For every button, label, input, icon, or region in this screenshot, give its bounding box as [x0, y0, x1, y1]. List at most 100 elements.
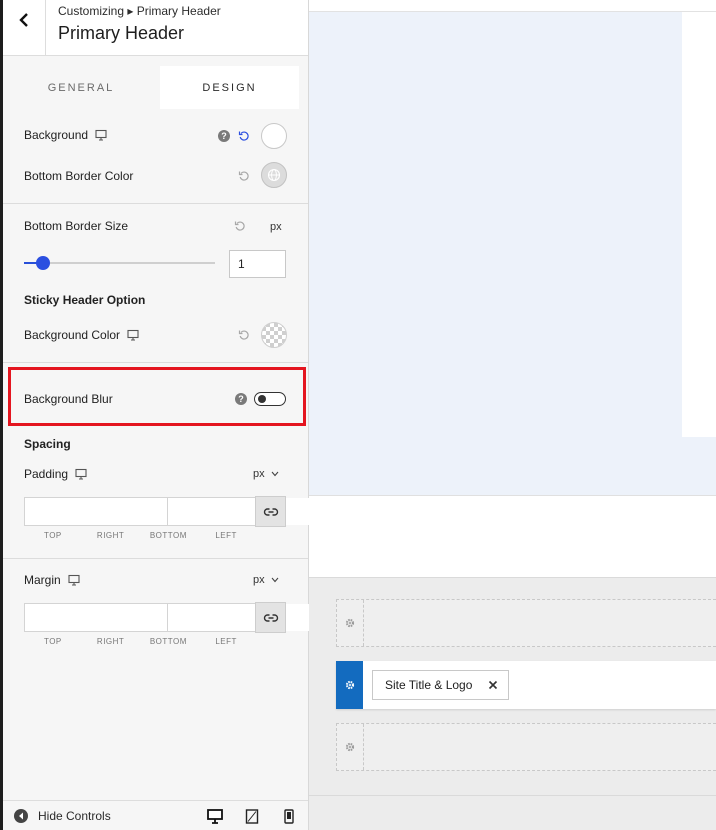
margin-side-labels: TOP RIGHT BOTTOM LEFT — [24, 637, 255, 646]
divider — [3, 558, 308, 559]
close-icon[interactable] — [488, 680, 498, 690]
breadcrumb: Customizing ▸ Primary Header — [58, 4, 221, 18]
gear-icon — [345, 742, 355, 752]
hide-controls-button[interactable]: Hide Controls — [14, 809, 111, 823]
tab-design[interactable]: DESIGN — [160, 66, 299, 109]
padding-unit-select[interactable]: px — [253, 468, 279, 480]
side-label-top: TOP — [43, 531, 62, 540]
margin-link-button[interactable] — [255, 602, 286, 633]
gear-icon — [345, 680, 354, 690]
panel-footer: Hide Controls — [3, 800, 308, 830]
builder-row-bottom[interactable] — [336, 723, 716, 771]
reset-icon[interactable] — [238, 130, 250, 142]
margin-inputs — [24, 603, 596, 632]
monitor-icon[interactable] — [127, 329, 139, 341]
side-label-bottom: BOTTOM — [149, 531, 187, 540]
padding-label: Padding — [24, 467, 69, 481]
builder-bottom-bar — [309, 795, 716, 830]
bottom-border-color-swatch[interactable] — [261, 162, 287, 188]
spacing-heading: Spacing — [24, 437, 71, 451]
bottom-border-size-slider[interactable] — [24, 256, 215, 270]
preview-content-area — [309, 12, 716, 495]
tabs: GENERAL DESIGN — [3, 56, 308, 109]
site-preview: Site Title & Logo — [309, 0, 716, 830]
sticky-header-option-heading: Sticky Header Option — [24, 293, 146, 307]
builder-row-top[interactable] — [336, 599, 716, 647]
margin-row: Margin — [24, 573, 80, 587]
padding-top-input[interactable] — [25, 498, 168, 525]
background-row: Background — [24, 128, 107, 142]
monitor-icon[interactable] — [95, 129, 107, 141]
padding-inputs — [24, 497, 596, 526]
slider-thumb[interactable] — [36, 256, 51, 270]
chevron-down-icon — [271, 577, 279, 583]
side-label-right: RIGHT — [96, 637, 125, 646]
bottom-border-color-label: Bottom Border Color — [24, 169, 134, 183]
desktop-preview-button[interactable] — [207, 808, 223, 824]
chip-label: Site Title & Logo — [385, 678, 473, 692]
link-icon — [263, 507, 278, 516]
bottom-border-size-row: Bottom Border Size — [24, 219, 128, 233]
builder-row-main[interactable]: Site Title & Logo — [336, 661, 716, 709]
mobile-preview-button[interactable] — [281, 808, 297, 824]
bottom-border-color-row: Bottom Border Color — [24, 169, 133, 183]
back-button[interactable] — [3, 0, 46, 56]
preview-top-strip — [309, 0, 716, 12]
side-label-bottom: BOTTOM — [149, 637, 187, 646]
preview-content-column — [682, 12, 716, 437]
reset-icon[interactable] — [238, 329, 250, 341]
bottom-border-size-input[interactable] — [229, 250, 286, 278]
reset-icon[interactable] — [234, 220, 246, 232]
divider — [3, 203, 308, 204]
side-label-right: RIGHT — [96, 531, 125, 540]
background-color-swatch[interactable] — [261, 123, 287, 149]
padding-link-button[interactable] — [255, 496, 286, 527]
panel-edge — [0, 0, 3, 830]
padding-side-labels: TOP RIGHT BOTTOM LEFT — [24, 531, 255, 540]
desktop-icon — [207, 808, 223, 824]
site-title-logo-chip[interactable]: Site Title & Logo — [372, 670, 510, 700]
monitor-icon[interactable] — [75, 468, 87, 480]
side-label-top: TOP — [43, 637, 62, 646]
help-icon[interactable]: ? — [235, 393, 247, 405]
row-settings-button[interactable] — [337, 724, 364, 770]
margin-top-input[interactable] — [25, 604, 168, 631]
margin-unit-select[interactable]: px — [253, 574, 279, 586]
customizer-panel: Customizing ▸ Primary Header Primary Hea… — [0, 0, 596, 830]
side-label-left: LEFT — [215, 531, 237, 540]
tablet-preview-button[interactable] — [244, 808, 260, 824]
tab-general[interactable]: GENERAL — [3, 66, 159, 109]
padding-unit-value: px — [253, 468, 265, 480]
sticky-background-color-swatch[interactable] — [261, 322, 287, 348]
divider — [3, 362, 308, 363]
tablet-icon — [245, 808, 259, 824]
toggle-knob — [258, 395, 266, 403]
monitor-icon[interactable] — [68, 574, 80, 586]
background-label: Background — [24, 128, 89, 142]
padding-right-input[interactable] — [168, 498, 311, 525]
row-settings-button[interactable] — [337, 600, 364, 646]
hide-controls-label: Hide Controls — [38, 809, 111, 823]
link-icon — [263, 613, 278, 622]
background-blur-row: Background Blur — [24, 392, 113, 406]
globe-icon — [267, 168, 281, 182]
help-icon[interactable]: ? — [218, 130, 230, 142]
margin-right-input[interactable] — [168, 604, 311, 631]
padding-row: Padding — [24, 467, 87, 481]
side-label-left: LEFT — [215, 637, 237, 646]
background-blur-label: Background Blur — [24, 392, 113, 406]
chevron-down-icon — [271, 471, 279, 477]
panel-header: Customizing ▸ Primary Header Primary Hea… — [3, 0, 308, 56]
preview-footer-area — [309, 495, 716, 577]
sticky-background-color-label: Background Color — [24, 328, 121, 342]
collapse-icon — [14, 809, 28, 823]
background-blur-toggle[interactable] — [254, 392, 286, 406]
chevron-left-icon — [19, 13, 28, 27]
margin-label: Margin — [24, 573, 61, 587]
reset-icon[interactable] — [238, 170, 250, 182]
bottom-border-size-label: Bottom Border Size — [24, 219, 129, 233]
row-settings-button[interactable] — [336, 661, 363, 709]
mobile-icon — [284, 808, 294, 824]
margin-unit-value: px — [253, 574, 265, 586]
sticky-background-color-row: Background Color — [24, 328, 139, 342]
